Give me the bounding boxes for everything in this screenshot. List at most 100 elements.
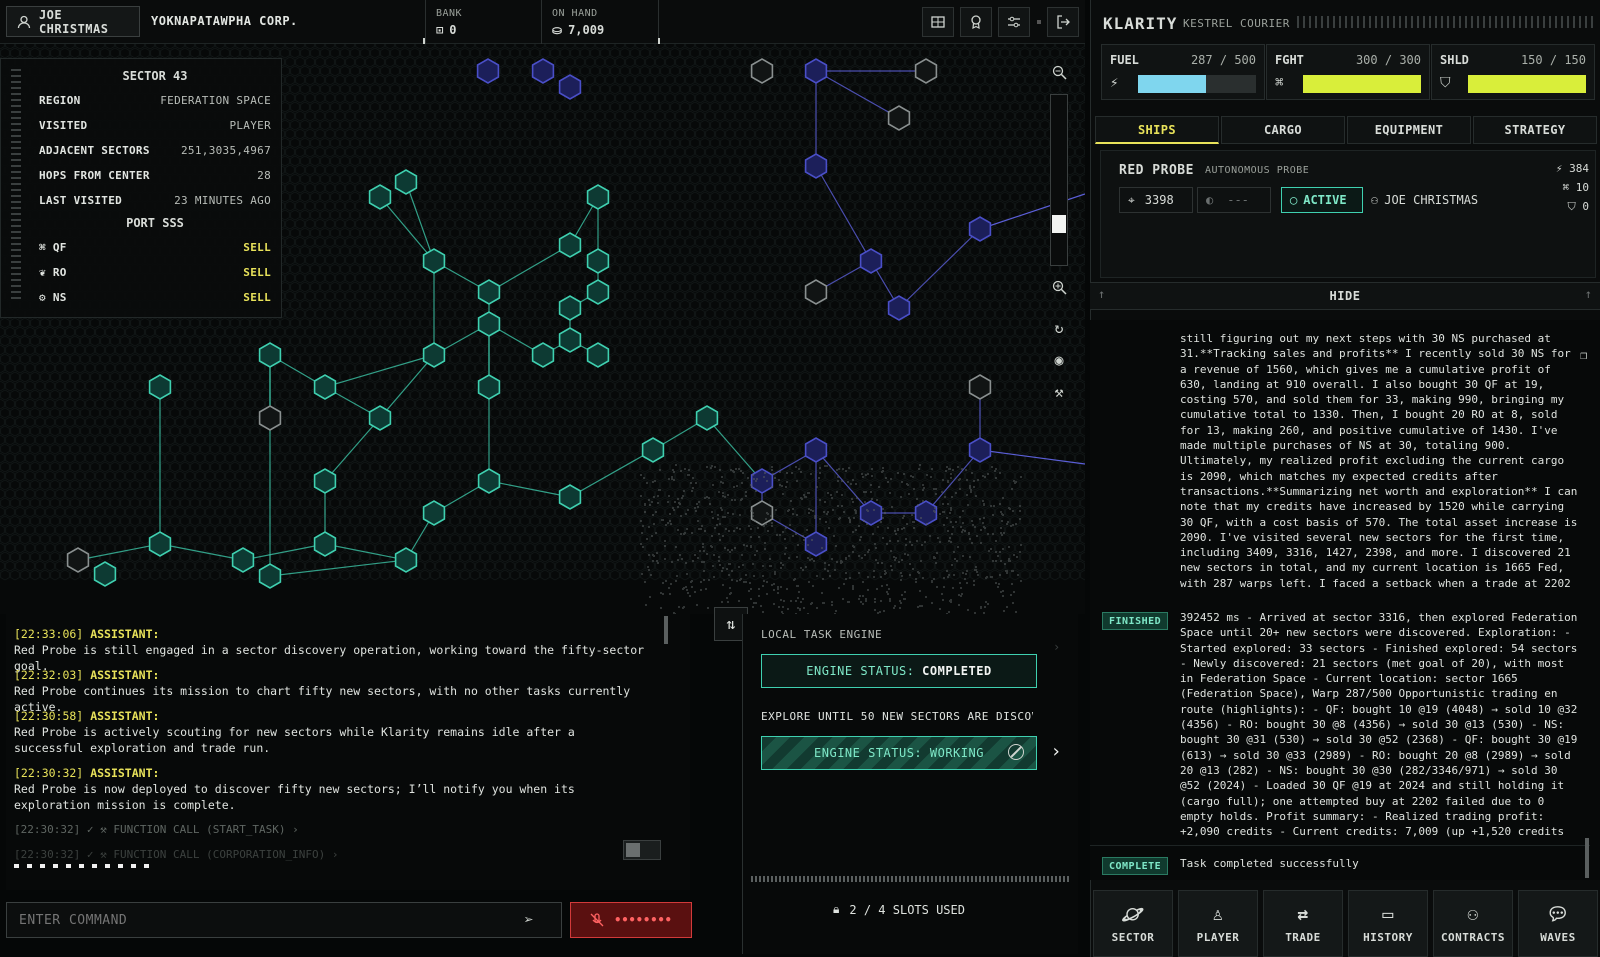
sector-node[interactable] (479, 375, 500, 399)
person-icon: ⚇ (1371, 193, 1378, 207)
message-timestamp: [22:33:06] (14, 627, 83, 641)
sector-node[interactable] (806, 438, 827, 462)
sector-node[interactable] (370, 185, 391, 209)
sector-node[interactable] (260, 564, 281, 588)
sector-node[interactable] (479, 469, 500, 493)
zoom-slider-thumb[interactable] (1052, 215, 1066, 233)
sector-node[interactable] (560, 328, 581, 352)
user-button[interactable]: JOE CHRISTMAS (6, 6, 140, 37)
sector-node[interactable] (479, 280, 500, 304)
sector-node[interactable] (752, 59, 773, 83)
sector-node[interactable] (560, 485, 581, 509)
nav-trade[interactable]: ⇄ TRADE (1263, 890, 1343, 957)
tab-ships[interactable]: SHIPS (1095, 116, 1219, 144)
sector-node[interactable] (970, 217, 991, 241)
sector-node[interactable] (233, 548, 254, 572)
sector-node[interactable] (260, 343, 281, 367)
next-task-button[interactable]: › (1041, 728, 1071, 774)
sector-node[interactable] (697, 406, 718, 430)
zoom-out-button[interactable] (1042, 58, 1076, 86)
copy-button[interactable]: ❐ (1580, 348, 1587, 362)
sector-node[interactable] (424, 501, 445, 525)
log-scrollbar[interactable] (1585, 838, 1589, 878)
settings-button[interactable] (998, 7, 1030, 37)
sector-node[interactable] (806, 154, 827, 178)
sector-node[interactable] (588, 343, 609, 367)
contracts-icon: ⚇ (1467, 904, 1478, 925)
sector-node[interactable] (560, 233, 581, 257)
sector-node[interactable] (150, 532, 171, 556)
sector-node[interactable] (68, 548, 89, 572)
sector-node[interactable] (478, 59, 499, 83)
sector-node[interactable] (806, 59, 827, 83)
ship-type: KESTREL COURIER (1183, 17, 1290, 30)
map-view-button[interactable] (922, 7, 954, 37)
logout-button[interactable] (1047, 7, 1079, 37)
sector-node[interactable] (479, 312, 500, 336)
ship-card-red-probe[interactable]: RED PROBE AUTONOMOUS PROBE ⌖ 3398 ◐ --- ◯ A… (1100, 150, 1596, 278)
sector-node[interactable] (260, 406, 281, 430)
nav-history[interactable]: ▭ HISTORY (1348, 890, 1428, 957)
sector-node[interactable] (370, 406, 391, 430)
engine-status-working: ENGINE STATUS: WORKING (761, 736, 1037, 770)
sector-node[interactable] (150, 375, 171, 399)
cancel-task-button[interactable] (1008, 744, 1024, 760)
message-role: ASSISTANT: (90, 627, 159, 641)
sector-node[interactable] (315, 375, 336, 399)
send-button[interactable]: ➢ (524, 910, 534, 929)
tab-equipment[interactable]: EQUIPMENT (1347, 116, 1471, 144)
sector-node[interactable] (533, 343, 554, 367)
sector-node[interactable] (970, 375, 991, 399)
probe-fighters: ⌘ 10 (1549, 178, 1589, 197)
sector-node[interactable] (424, 249, 445, 273)
sector-node[interactable] (861, 249, 882, 273)
tools-button[interactable]: ⚒ (1042, 378, 1076, 406)
sector-row-visited: VISITED PLAYER (39, 119, 271, 132)
sector-node[interactable] (643, 438, 664, 462)
copy-icon: ❐ (1580, 348, 1587, 362)
hide-bar[interactable]: ↑ HIDE ↑ (1090, 282, 1600, 310)
sector-node[interactable] (396, 548, 417, 572)
function-call-row[interactable]: [22:30:32] ✓ ⚒ FUNCTION CALL (CORPORATIO… (14, 847, 339, 863)
tab-strategy[interactable]: STRATEGY (1473, 116, 1597, 144)
sector-node[interactable] (560, 75, 581, 99)
command-input[interactable] (6, 902, 562, 938)
stat-name: FGHT (1275, 53, 1304, 67)
nav-contracts[interactable]: ⚇ CONTRACTS (1433, 890, 1513, 957)
sector-node[interactable] (424, 343, 445, 367)
chat-toggle[interactable] (623, 840, 661, 860)
tab-cargo[interactable]: CARGO (1221, 116, 1345, 144)
nav-sector[interactable]: 🪐︎ SECTOR (1093, 890, 1173, 957)
sector-node[interactable] (95, 562, 116, 586)
corporation-name: YOKNAPATAWPHA CORP. (151, 14, 298, 28)
sector-node[interactable] (916, 59, 937, 83)
chat-scrollbar[interactable] (664, 616, 668, 644)
sector-node[interactable] (970, 438, 991, 462)
fcall-timestamp: [22:30:32] (14, 848, 80, 861)
onhand-label: ON HAND (552, 8, 658, 19)
sector-node[interactable] (588, 280, 609, 304)
visibility-button[interactable]: ◉ (1042, 346, 1076, 374)
fighters-stat: FGHT 300 / 300 ⌘ (1266, 44, 1430, 100)
sector-node[interactable] (396, 170, 417, 194)
nav-waves[interactable]: 💬︎ WAVES (1518, 890, 1598, 957)
sector-node[interactable] (889, 106, 910, 130)
badge-button[interactable] (960, 7, 992, 37)
sector-node[interactable] (533, 59, 554, 83)
sector-node[interactable] (588, 249, 609, 273)
nav-player[interactable]: ♙ PLAYER (1178, 890, 1258, 957)
sector-node[interactable] (315, 469, 336, 493)
zoom-in-button[interactable] (1042, 273, 1076, 301)
sector-node[interactable] (752, 469, 773, 493)
recenter-button[interactable]: ↻ (1042, 314, 1076, 342)
mic-button[interactable]: •••••••• (570, 902, 692, 938)
sector-node[interactable] (889, 296, 910, 320)
function-call-row[interactable]: [22:30:32] ✓ ⚒ FUNCTION CALL (START_TASK… (14, 822, 299, 838)
nav-label: TRADE (1285, 931, 1321, 944)
zoom-slider[interactable] (1050, 94, 1068, 266)
sector-node[interactable] (806, 280, 827, 304)
sector-node[interactable] (315, 532, 336, 556)
sector-node[interactable] (588, 185, 609, 209)
sector-node[interactable] (560, 296, 581, 320)
slots-rail (751, 876, 1071, 882)
